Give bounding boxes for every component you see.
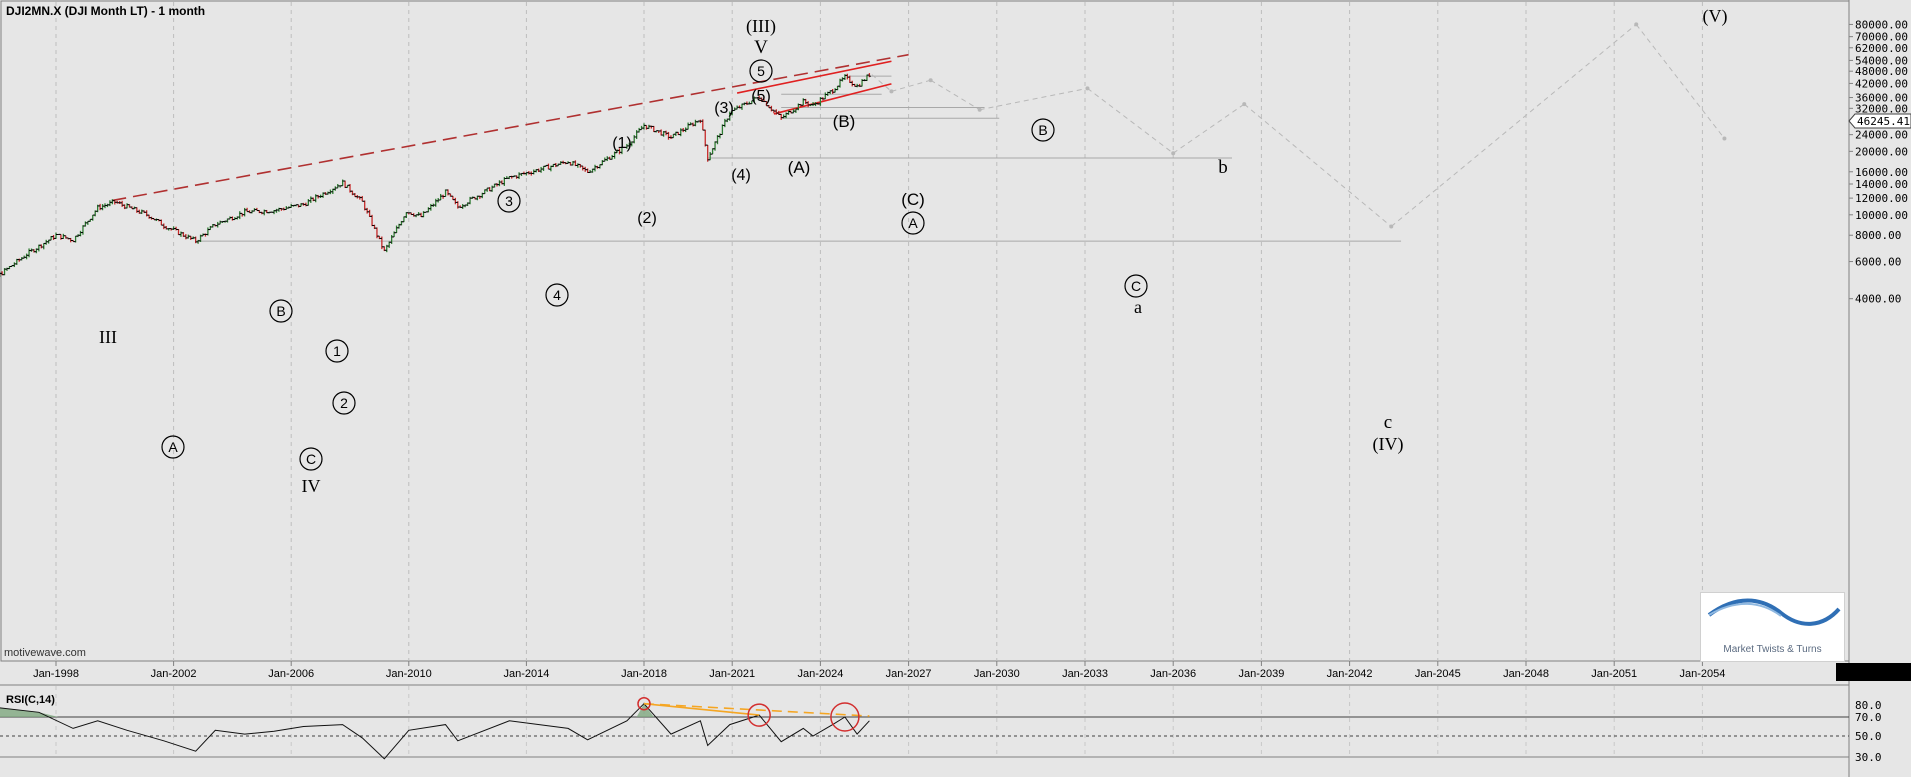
- wave-label-b-lower-2038: b: [1218, 157, 1228, 178]
- logo-text: Market Twists & Turns: [1723, 644, 1822, 655]
- wave-label-iii-top: III: [99, 327, 117, 347]
- wave-label-text: (V): [1703, 6, 1728, 27]
- time-label: Jan-2039: [1238, 668, 1284, 680]
- chart-title: DJI2MN.X (DJI Month LT) - 1 month: [6, 4, 205, 18]
- price-label: 42000.00: [1855, 77, 1908, 90]
- current-price-tag: 46245.41: [1848, 113, 1911, 129]
- wave-label-text: (5): [751, 88, 771, 105]
- wave-label-text: 1: [333, 343, 341, 359]
- watermark: motivewave.com: [4, 647, 86, 659]
- price-label: 8000.00: [1855, 229, 1901, 242]
- wave-label-text: V: [754, 37, 768, 58]
- wave-label-a-paren-2026: (A): [788, 158, 811, 177]
- price-label: 24000.00: [1855, 129, 1908, 142]
- wave-label-text: (1): [612, 135, 632, 152]
- wave-label-text: (III): [746, 16, 776, 37]
- wave-label-text: 4: [553, 287, 561, 303]
- wave-logo-icon: [1707, 598, 1841, 626]
- current-price-value: 46245.41: [1857, 115, 1910, 128]
- time-label: Jan-2010: [386, 668, 432, 680]
- wave-label-text: (3): [714, 100, 734, 117]
- time-label: Jan-2030: [974, 668, 1020, 680]
- time-label: Jan-2042: [1327, 668, 1373, 680]
- wave-label-v-top: V: [754, 37, 768, 58]
- price-label: 80000.00: [1855, 18, 1908, 31]
- wave-label-text: (A): [788, 158, 811, 177]
- price-label: 62000.00: [1855, 42, 1908, 55]
- wave-label-text: A: [908, 215, 918, 231]
- wave-label-text: A: [168, 439, 178, 455]
- projection-arrowhead: [1722, 136, 1727, 141]
- rsi-level-label: 70.0: [1855, 711, 1882, 724]
- time-label: Jan-2024: [797, 668, 843, 680]
- wave-label-p5-2025: (5): [751, 88, 771, 105]
- wave-label-iv-2009: IV: [302, 476, 321, 496]
- wave-label-text: 5: [757, 63, 765, 79]
- chart-canvas[interactable]: III A B C IV 1 2 3 4 (1) (2) (3) (4) (5) 5 V(III) (A) (B)…: [0, 0, 1911, 777]
- price-label: 10000.00: [1855, 209, 1908, 222]
- wave-label-p2-2022: (2): [637, 210, 657, 227]
- market-twists-logo: Market Twists & Turns: [1700, 592, 1845, 662]
- time-label: Jan-2033: [1062, 668, 1108, 680]
- time-label: Jan-2027: [886, 668, 932, 680]
- time-label: Jan-1998: [33, 668, 79, 680]
- wave-label-text: b: [1218, 157, 1228, 178]
- wave-label-c-lower-2043: c: [1384, 412, 1392, 433]
- time-label: Jan-2051: [1591, 668, 1637, 680]
- wave-label-text: IV: [302, 476, 321, 496]
- price-label: 48000.00: [1855, 65, 1908, 78]
- time-label: Jan-2045: [1415, 668, 1461, 680]
- wave-label-a-lower-2036: a: [1134, 297, 1142, 317]
- price-label: 16000.00: [1855, 166, 1908, 179]
- price-label: 6000.00: [1855, 256, 1901, 269]
- time-label: Jan-2021: [709, 668, 755, 680]
- price-label: 32000.00: [1855, 102, 1908, 115]
- wave-label-text: (B): [833, 112, 856, 131]
- time-label: Jan-2054: [1679, 668, 1725, 680]
- wave-label-b-paren-2027: (B): [833, 112, 856, 131]
- time-label: Jan-2036: [1150, 668, 1196, 680]
- wave-label-text: III: [99, 327, 117, 347]
- wave-label-p3-2024: (3): [714, 100, 734, 117]
- wave-label-p1-2021: (1): [612, 135, 632, 152]
- axis-corner-box: [1836, 663, 1911, 681]
- rsi-label: RSI(C,14): [6, 694, 55, 706]
- chart-background: [0, 0, 1911, 777]
- time-label: Jan-2006: [268, 668, 314, 680]
- wave-label-text: (2): [637, 210, 657, 227]
- time-label: Jan-2002: [151, 668, 197, 680]
- wave-label-text: (4): [731, 167, 751, 184]
- wave-label-text: B: [276, 303, 285, 319]
- rsi-level-label: 30.0: [1855, 751, 1882, 764]
- wave-label-text: (C): [901, 190, 925, 209]
- time-label: Jan-2014: [503, 668, 549, 680]
- wave-label-text: 3: [505, 193, 513, 209]
- wave-label-text: a: [1134, 297, 1142, 317]
- wave-label-p4-2025: (4): [731, 167, 751, 184]
- price-label: 14000.00: [1855, 178, 1908, 191]
- wave-label-iii-paren-top: (III): [746, 16, 776, 37]
- wave-label-text: C: [306, 451, 316, 467]
- wave-label-text: (IV): [1373, 434, 1404, 455]
- price-label: 4000.00: [1855, 293, 1901, 306]
- wave-label-v-paren-2052: (V): [1703, 6, 1728, 27]
- wave-label-iv-paren-2043: (IV): [1373, 434, 1404, 455]
- time-label: Jan-2048: [1503, 668, 1549, 680]
- wave-label-c-paren-2029: (C): [901, 190, 925, 209]
- price-label: 20000.00: [1855, 145, 1908, 158]
- wave-label-text: 2: [340, 395, 348, 411]
- wave-label-text: C: [1131, 278, 1141, 294]
- price-label: 12000.00: [1855, 192, 1908, 205]
- time-label: Jan-2018: [621, 668, 667, 680]
- wave-label-text: c: [1384, 412, 1392, 433]
- rsi-level-label: 50.0: [1855, 730, 1882, 743]
- wave-label-text: B: [1038, 122, 1047, 138]
